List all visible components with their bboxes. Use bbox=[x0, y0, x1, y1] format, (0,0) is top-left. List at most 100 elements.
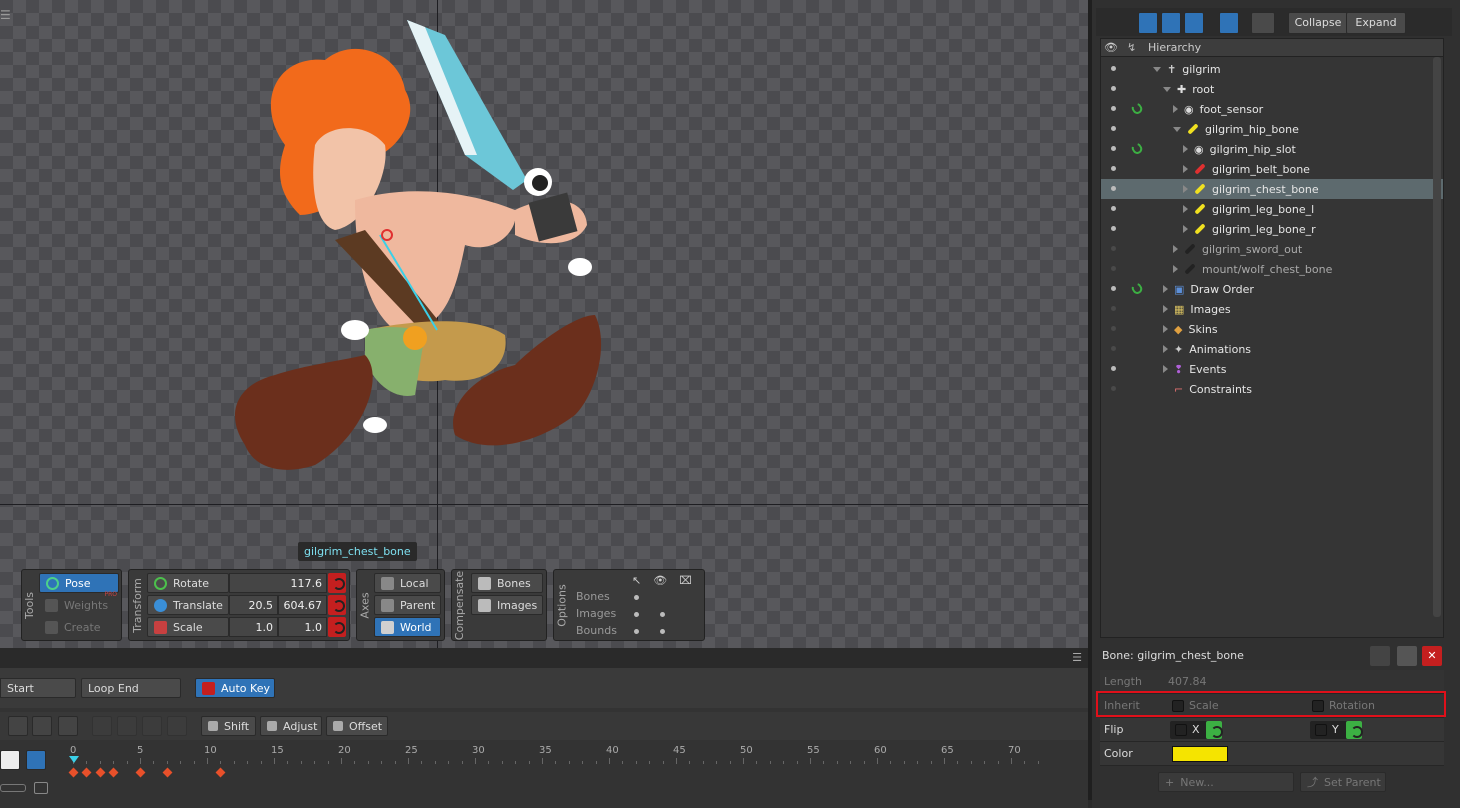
keyframe-marker[interactable] bbox=[135, 767, 146, 778]
adjust-button[interactable]: Adjust bbox=[260, 716, 322, 736]
expand-arrow-icon[interactable] bbox=[1183, 185, 1188, 193]
scale-key-icon[interactable] bbox=[328, 617, 346, 637]
edit-curve-icon[interactable] bbox=[58, 716, 78, 736]
keyframe-marker[interactable] bbox=[215, 767, 226, 778]
rotate-button[interactable]: Rotate bbox=[147, 573, 229, 593]
loop-end-button[interactable]: Loop End bbox=[81, 678, 181, 698]
visibility-toggle-icon[interactable] bbox=[1111, 266, 1116, 271]
visibility-toggle-icon[interactable] bbox=[1111, 246, 1116, 251]
tree-row[interactable]: gilgrim_leg_bone_r bbox=[1101, 219, 1443, 239]
translate-y-value[interactable]: 604.67 bbox=[278, 595, 327, 615]
images-visible-toggle[interactable] bbox=[660, 612, 665, 617]
expand-arrow-icon[interactable] bbox=[1173, 245, 1178, 253]
tree-scrollbar[interactable] bbox=[1433, 57, 1441, 617]
scale-x-value[interactable]: 1.0 bbox=[229, 617, 278, 637]
visibility-header-icon[interactable]: 👁 bbox=[1104, 41, 1118, 54]
tree-row[interactable]: ▣ Draw Order bbox=[1101, 279, 1443, 299]
tree-row[interactable]: ❢ Events bbox=[1101, 359, 1443, 379]
expand-arrow-icon[interactable] bbox=[1173, 126, 1181, 132]
delete-bone-icon[interactable]: ✕ bbox=[1422, 646, 1442, 666]
lock-icon[interactable] bbox=[8, 716, 28, 736]
search-tree-icon[interactable] bbox=[1251, 12, 1275, 34]
flip-x-key-icon[interactable] bbox=[1206, 721, 1223, 739]
copy-properties-icon[interactable] bbox=[1370, 646, 1390, 666]
translate-key-icon[interactable] bbox=[328, 595, 346, 615]
bones-select-toggle[interactable] bbox=[634, 595, 639, 600]
bounds-select-toggle[interactable] bbox=[634, 629, 639, 634]
offset-button[interactable]: Offset bbox=[326, 716, 388, 736]
visibility-toggle-icon[interactable] bbox=[1111, 106, 1116, 111]
expand-arrow-icon[interactable] bbox=[1183, 205, 1188, 213]
images-select-toggle[interactable] bbox=[634, 612, 639, 617]
key-header-icon[interactable]: ↯ bbox=[1127, 41, 1136, 54]
visibility-toggle-icon[interactable] bbox=[1111, 186, 1116, 191]
set-parent-button[interactable]: ⤴ Set Parent bbox=[1300, 772, 1386, 792]
attachment-filter-icon[interactable] bbox=[1184, 12, 1204, 34]
copy-icon[interactable] bbox=[92, 716, 112, 736]
length-value[interactable]: 407.84 bbox=[1168, 675, 1207, 688]
tree-row[interactable]: gilgrim_hip_bone bbox=[1101, 119, 1443, 139]
tree-row[interactable]: gilgrim_sword_out bbox=[1101, 239, 1443, 259]
canvas-viewport[interactable]: ☰ gilgrim_chest_bone Tools Pose Weights … bbox=[0, 0, 1088, 648]
expand-arrow-icon[interactable] bbox=[1163, 86, 1171, 92]
cut-icon[interactable] bbox=[117, 716, 137, 736]
character-gilgrim[interactable] bbox=[215, 15, 615, 485]
tree-row[interactable]: ✚ root bbox=[1101, 79, 1443, 99]
flip-y-checkbox[interactable] bbox=[1315, 724, 1327, 736]
tree-row[interactable]: ✝ gilgrim bbox=[1101, 59, 1443, 79]
loop-start-button[interactable]: Start bbox=[0, 678, 76, 698]
new-button[interactable]: + New... bbox=[1158, 772, 1294, 792]
expand-arrow-icon[interactable] bbox=[1163, 325, 1168, 333]
bone-filter-icon[interactable] bbox=[1138, 12, 1158, 34]
visibility-toggle-icon[interactable] bbox=[1111, 66, 1116, 71]
visibility-toggle-icon[interactable] bbox=[1111, 346, 1116, 351]
visibility-toggle-icon[interactable] bbox=[1111, 146, 1116, 151]
keyframe-marker[interactable] bbox=[95, 767, 106, 778]
tree-row[interactable]: ✦ Animations bbox=[1101, 339, 1443, 359]
expand-button[interactable]: Expand bbox=[1346, 12, 1406, 34]
key-link-icon[interactable] bbox=[1129, 281, 1145, 296]
weights-tool-button[interactable]: Weights PRO bbox=[39, 591, 119, 615]
rename-icon[interactable] bbox=[1397, 646, 1417, 666]
create-tool-button[interactable]: Create bbox=[39, 617, 119, 637]
loop-icon[interactable] bbox=[32, 716, 52, 736]
scale-y-value[interactable]: 1.0 bbox=[278, 617, 327, 637]
flip-y-key-icon[interactable] bbox=[1346, 721, 1363, 739]
translate-button[interactable]: Translate bbox=[147, 595, 229, 615]
keyframe-marker[interactable] bbox=[108, 767, 119, 778]
visibility-toggle-icon[interactable] bbox=[1111, 306, 1116, 311]
collapse-button[interactable]: Collapse bbox=[1288, 12, 1348, 34]
expand-arrow-icon[interactable] bbox=[1183, 145, 1188, 153]
bounds-visible-toggle[interactable] bbox=[660, 629, 665, 634]
visibility-toggle-icon[interactable] bbox=[1111, 286, 1116, 291]
expand-arrow-icon[interactable] bbox=[1163, 305, 1168, 313]
compensate-images-button[interactable]: Images bbox=[471, 595, 543, 615]
tree-row[interactable]: gilgrim_chest_bone bbox=[1101, 179, 1443, 199]
menu-icon[interactable]: ☰ bbox=[0, 8, 11, 22]
key-link-icon[interactable] bbox=[1129, 141, 1145, 156]
focus-icon[interactable] bbox=[1219, 12, 1239, 34]
tree-row[interactable]: gilgrim_belt_bone bbox=[1101, 159, 1443, 179]
keyframe-marker[interactable] bbox=[68, 767, 79, 778]
tree-row[interactable]: ⌐ Constraints bbox=[1101, 379, 1443, 399]
keyframe-marker[interactable] bbox=[81, 767, 92, 778]
auto-key-button[interactable]: Auto Key bbox=[195, 678, 275, 698]
color-swatch[interactable] bbox=[1172, 746, 1228, 762]
expand-arrow-icon[interactable] bbox=[1153, 66, 1161, 72]
keyframe-marker[interactable] bbox=[162, 767, 173, 778]
trash-icon[interactable] bbox=[167, 716, 187, 736]
tree-row[interactable]: ◉ gilgrim_hip_slot bbox=[1101, 139, 1443, 159]
compensate-bones-button[interactable]: Bones bbox=[471, 573, 543, 593]
tree-row[interactable]: mount/wolf_chest_bone bbox=[1101, 259, 1443, 279]
scale-button[interactable]: Scale bbox=[147, 617, 229, 637]
rotate-key-icon[interactable] bbox=[328, 573, 346, 593]
expand-arrow-icon[interactable] bbox=[1173, 265, 1178, 273]
axes-world-button[interactable]: World bbox=[374, 617, 441, 637]
visibility-toggle-icon[interactable] bbox=[1111, 126, 1116, 131]
expand-arrow-icon[interactable] bbox=[1183, 165, 1188, 173]
expand-arrow-icon[interactable] bbox=[1173, 105, 1178, 113]
key-link-icon[interactable] bbox=[1129, 101, 1145, 116]
tree-row[interactable]: ▦ Images bbox=[1101, 299, 1443, 319]
expand-arrow-icon[interactable] bbox=[1163, 285, 1168, 293]
expand-arrow-icon[interactable] bbox=[1183, 225, 1188, 233]
